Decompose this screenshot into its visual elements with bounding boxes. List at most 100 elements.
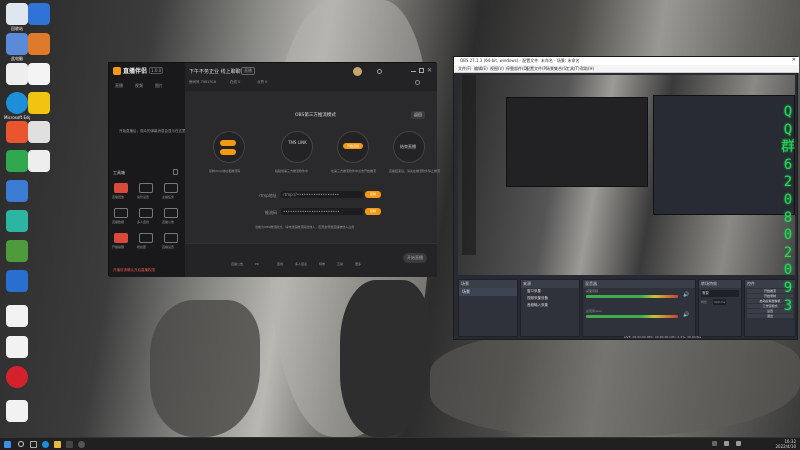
file-icon[interactable] (28, 150, 50, 172)
side-tab-live[interactable]: 直播 (115, 83, 123, 89)
room-stat: 房间号 7981916 (189, 80, 217, 84)
bottom-tool[interactable]: 更多 (355, 262, 361, 266)
rtmp-field[interactable]: rtmp://•••••••••••••••••• (281, 191, 363, 198)
close-icon[interactable]: ✕ (792, 57, 796, 63)
recycle-bin-icon[interactable] (6, 3, 28, 25)
tool-replay[interactable] (114, 183, 128, 193)
edge-icon[interactable] (42, 441, 49, 448)
tool-task[interactable] (164, 183, 178, 193)
menu-tools[interactable]: 工具(T) (566, 66, 580, 72)
file-icon[interactable] (6, 400, 28, 422)
minimize-icon[interactable] (411, 71, 416, 72)
source-item[interactable]: 音频输入采集 (521, 302, 579, 309)
side-tab-video[interactable]: 视频 (135, 83, 143, 89)
start-live-step-button[interactable]: 开始直播 (343, 143, 363, 149)
scene-item[interactable]: 场景 (459, 288, 517, 296)
side-tab-image[interactable]: 图片 (155, 83, 163, 89)
mixer-meter (586, 295, 678, 298)
qq-group-overlay: Q Q 群 6 2 0 8 0 2 0 9 3 (781, 104, 795, 314)
menu-file[interactable]: 文件(F) (458, 66, 471, 72)
avatar[interactable] (353, 67, 362, 76)
app-icon[interactable] (6, 210, 28, 232)
menu-edit[interactable]: 编辑(E) (474, 66, 488, 72)
tool-label: 主播任务 (162, 195, 175, 199)
menu-docks[interactable]: 停靠部件(D) (506, 66, 528, 72)
copy-rtmp-button[interactable] (220, 140, 236, 146)
volume-icon[interactable]: 🔊 (683, 292, 689, 298)
qq-music-icon[interactable] (28, 92, 50, 114)
tool-label: 直播回放 (112, 195, 125, 199)
close-icon[interactable]: ✕ (427, 67, 432, 74)
file-icon[interactable] (6, 305, 28, 327)
tool-fan-club[interactable] (139, 233, 153, 243)
file-icon[interactable] (6, 336, 28, 358)
toolbox-settings-icon[interactable] (173, 169, 178, 175)
step-label: 复制rtmp地址和推流码 (209, 169, 241, 173)
app-titlebar: 下午不务正业 线上聊聊 直播 房间号 7981916 在线 0 点赞 0 ✕ (185, 63, 437, 91)
obs-icon[interactable] (78, 441, 85, 448)
start-icon[interactable] (4, 441, 11, 448)
source-item[interactable]: 视频采集设备 (521, 295, 579, 302)
netease-music-icon[interactable] (6, 366, 28, 388)
file-explorer-icon[interactable] (54, 441, 61, 448)
file-icon[interactable] (28, 63, 50, 85)
help-button[interactable]: 返回 (411, 111, 425, 119)
tool-multi-link[interactable] (139, 208, 153, 218)
edge-icon[interactable] (6, 92, 28, 114)
bottom-tool[interactable]: 特效 (319, 262, 325, 266)
app-icon[interactable] (28, 3, 50, 25)
bottom-tool[interactable]: PK (255, 262, 259, 266)
share-icon[interactable] (415, 80, 420, 85)
tool-settings[interactable] (164, 233, 178, 243)
tool-room-admin[interactable] (139, 183, 153, 193)
app-name: 直播伴侣 (123, 68, 148, 75)
mixer-dock: 混音器 桌面音频 🔊 麦克风/Aux 🔊 (582, 279, 696, 337)
task-view-icon[interactable] (30, 441, 37, 448)
bottom-tool[interactable]: 连线 (277, 262, 283, 266)
source-item[interactable]: 窗口采集 (521, 288, 579, 295)
copy-key-button[interactable] (220, 149, 236, 155)
tool-label: 直播数据 (112, 220, 125, 224)
volume-icon[interactable]: 🔊 (683, 312, 689, 318)
menu-view[interactable]: 视图(V) (490, 66, 504, 72)
menu-scene-collection[interactable]: 场景集合(S) (546, 66, 568, 72)
app-icon[interactable] (6, 270, 28, 292)
app-icon[interactable] (6, 180, 28, 202)
system-tray-icon[interactable] (712, 441, 717, 446)
obs-title: OBS 27.1.3 (64-bit, windows) - 配置文件: 未命名… (460, 58, 580, 63)
copy-key-field-button[interactable]: 复制 (365, 208, 381, 215)
transition-select[interactable]: 渐变 (701, 290, 739, 297)
office-icon[interactable] (6, 121, 28, 143)
copy-rtmp-field-button[interactable]: 复制 (365, 191, 381, 198)
app-icon[interactable] (6, 150, 28, 172)
file-icon[interactable] (28, 121, 50, 143)
tool-data[interactable] (114, 208, 128, 218)
stream-title[interactable]: 下午不务正业 线上聊聊 (189, 68, 241, 75)
room-stat: 点赞 0 (257, 80, 268, 84)
stream-key-field[interactable]: •••••••••••••••••••••••• (281, 208, 363, 215)
menu-help[interactable]: 帮助(H) (580, 66, 594, 72)
taskbar-clock[interactable]: 16:32 2022/4/10 (775, 439, 796, 449)
search-icon[interactable] (18, 441, 24, 447)
dock-title: 混音器 (583, 280, 695, 288)
sources-dock: 来源 窗口采集 视频采集设备 音频输入采集 (520, 279, 580, 337)
network-icon[interactable] (6, 63, 28, 85)
category-tag[interactable]: 直播 (241, 67, 255, 75)
settings-icon[interactable] (377, 69, 382, 74)
bottom-tool[interactable]: 直播公告 (231, 262, 243, 266)
bottom-tool[interactable]: 互动 (337, 262, 343, 266)
volume-icon[interactable] (736, 441, 741, 446)
tool-notice[interactable] (164, 208, 178, 218)
menu-profile[interactable]: 配置文件(P) (526, 66, 548, 72)
duration-field[interactable]: 300 ms (713, 299, 727, 305)
maximize-icon[interactable] (419, 68, 424, 73)
app-icon[interactable] (66, 441, 73, 448)
obs-preview[interactable] (458, 75, 795, 275)
app-icon[interactable] (28, 33, 50, 55)
computer-icon[interactable] (6, 33, 28, 55)
start-live-button[interactable]: 开始直播 (403, 253, 427, 263)
bottom-tool[interactable]: 多人连麦 (295, 262, 307, 266)
network-icon[interactable] (724, 441, 729, 446)
tool-reminder[interactable] (114, 233, 128, 243)
app-icon[interactable] (6, 240, 28, 262)
